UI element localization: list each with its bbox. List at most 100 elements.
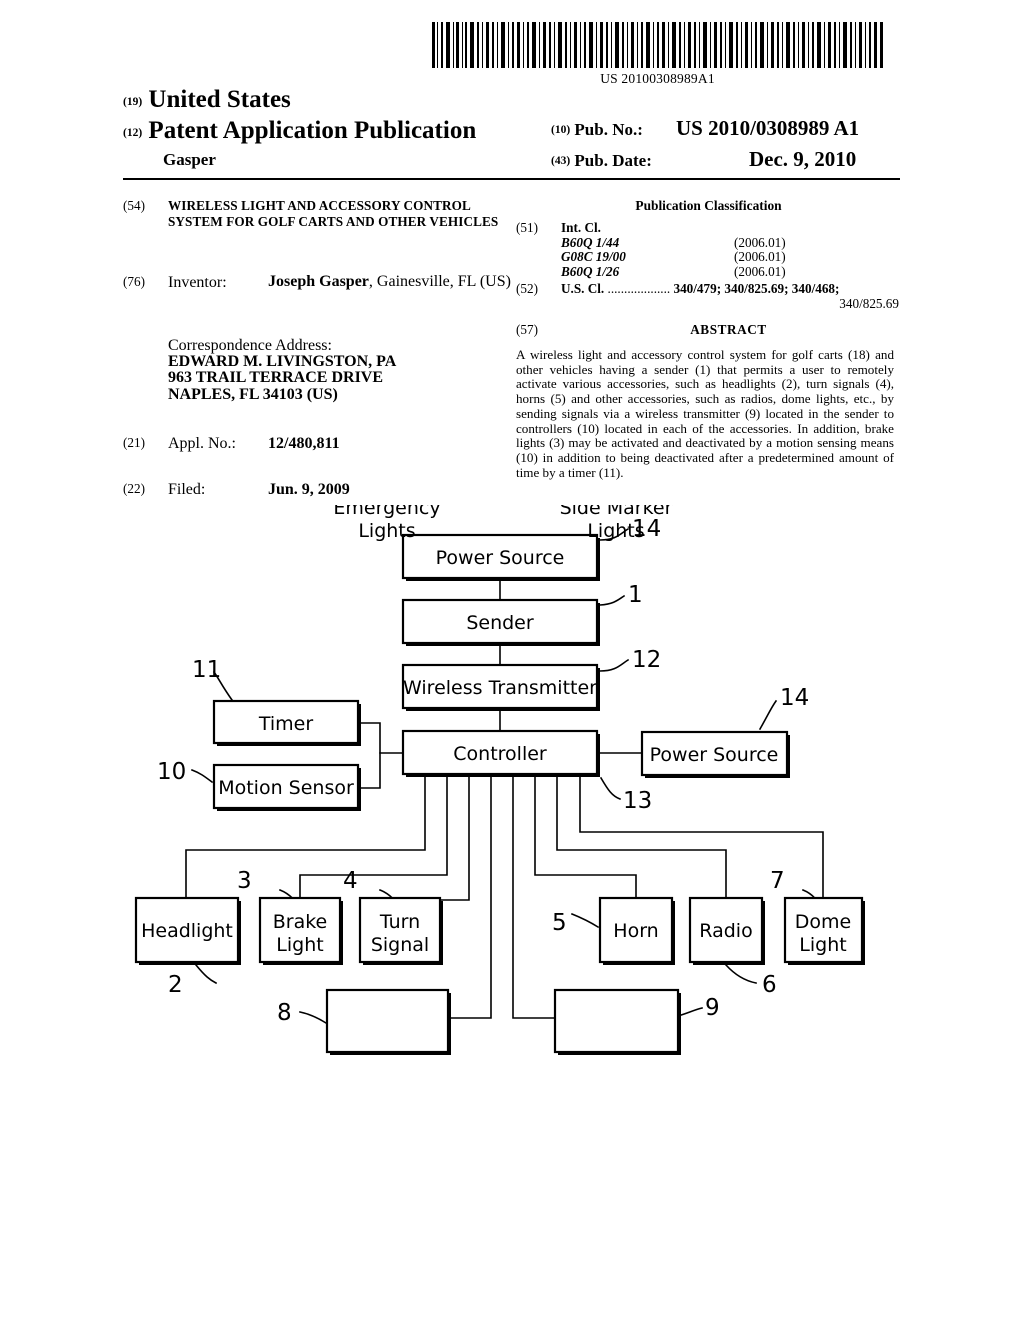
leader-6 [724,963,757,984]
abstract-code: (57) [516,322,538,337]
leader-1 [599,594,626,606]
box-label-headlight: Headlight [141,920,233,942]
box-side-marker-lights: Side Marker Lights [553,505,681,1055]
wire-controller-horn [534,774,637,899]
us-cl-code: (52) [516,281,538,296]
ref-10: 10 [157,759,186,785]
box-label-emergency-lights-line1: Emergency [333,505,440,519]
leader-12 [599,658,630,672]
int-cl-code-3: B60Q 1/26 [561,263,620,279]
ref-12: 12 [632,647,661,673]
inventor-location: , Gainesville, FL (US) [368,273,511,290]
ref-13: 13 [623,788,652,814]
code-19: (19) [123,96,143,108]
ref-6: 6 [762,972,777,998]
leader-13 [599,776,622,801]
appl-no-label: Appl. No.: [168,435,236,452]
wire-controller-domelight [579,774,824,899]
pub-no-label-group: (10) Pub. No.: [551,120,643,140]
correspondence-address: Correspondence Address: EDWARD M. LIVING… [168,337,508,403]
code-43: (43) [551,155,571,167]
box-label-dome-light-line1: Dome [795,911,851,933]
us-cl-field: (52) U.S. Cl. ................... 340/47… [516,281,906,311]
inventor-field: (76) Inventor: Joseph Gasper, Gainesvill… [123,273,523,291]
ref-5: 5 [552,910,567,936]
us-cl-line-2: 340/825.69 [839,296,899,311]
document-type: Patent Application Publication [148,117,477,144]
box-label-radio: Radio [699,920,752,942]
pub-date-label-group: (43) Pub. Date: [551,151,652,171]
pub-no-value: US 2010/0308989 A1 [676,116,860,140]
box-label-turn-signal-line1: Turn [379,911,420,933]
document-type-line: (12) Patent Application Publication [123,117,476,145]
wire-controller-turnsignal [399,774,470,901]
inventor-value: Joseph Gasper, Gainesville, FL (US) [268,273,523,291]
country-name: United States [148,86,291,113]
ref-14-top: 14 [632,516,661,542]
pub-no-label: Pub. No.: [574,120,643,139]
box-brake-light: Brake Light [258,896,343,965]
filed-label: Filed: [168,481,206,498]
leader-9 [677,1007,703,1017]
box-label-wireless-transmitter: Wireless Transmitter [403,677,597,699]
filed-field: (22) Filed: Jun. 9, 2009 [123,481,523,499]
box-power-source-top: Power Source [401,533,600,581]
block-diagram-svg: Power Source Sender Wireless Transmitter… [134,505,865,1055]
pub-date-value: Dec. 9, 2010 [749,147,857,171]
country-line: (19) United States [123,86,291,114]
wire-motionsensor-controller [357,752,381,789]
abstract-heading: ABSTRACT [690,322,767,337]
ref-9: 9 [705,995,720,1021]
leader-8 [299,1011,328,1025]
box-label-power-source-right: Power Source [650,744,779,766]
int-cl-body: Int. Cl. B60Q 1/44 (2006.01) G08C 19/00 … [561,220,906,279]
box-label-turn-signal-line2: Signal [371,934,429,956]
appl-no-code: (21) [123,435,145,450]
ref-3: 3 [237,868,252,894]
us-cl-values: 340/479; 340/825.69; 340/468; [673,281,840,296]
ref-14-right: 14 [780,685,809,711]
int-cl-row: B60Q 1/44 (2006.01) [561,234,906,251]
filed-value: Jun. 9, 2009 [268,481,350,498]
box-horn: Horn [598,896,675,965]
abstract-text: A wireless light and accessory control s… [516,347,894,480]
leader-14-right [758,699,778,731]
int-cl-code-1: B60Q 1/44 [561,234,620,250]
code-10: (10) [551,124,571,136]
invention-title: WIRELESS LIGHT AND ACCESSORY CONTROL SYS… [168,198,499,229]
appl-no-field: (21) Appl. No.: 12/480,811 [123,435,523,453]
ref-4: 4 [343,868,358,894]
box-sender: Sender [401,598,600,646]
correspondence-line-1: EDWARD M. LIVINGSTON, PA [168,353,397,371]
box-dome-light: Dome Light [783,896,865,965]
leader-5 [570,912,600,929]
box-label-brake-light-line1: Brake [273,911,328,933]
us-cl-label: U.S. Cl. [561,281,605,296]
wire-timer-controller [357,722,404,754]
box-label-brake-light-line2: Light [276,934,323,956]
correspondence-line-3: NAPLES, FL 34103 (US) [168,385,338,403]
box-turn-signal: Turn Signal [358,896,443,965]
appl-no-value: 12/480,811 [268,435,340,452]
box-label-horn: Horn [613,920,658,942]
box-motion-sensor: Motion Sensor [212,763,361,811]
int-cl-row: G08C 19/00 (2006.01) [561,249,906,265]
block-diagram-figure: Power Source Sender Wireless Transmitter… [0,505,1024,1085]
ref-11: 11 [192,657,221,683]
inventor-name: Joseph Gasper [268,273,369,290]
leader-10 [190,768,214,784]
inventor-code: (76) [123,274,145,289]
title-code: (54) [123,198,145,213]
publication-classification-heading: Publication Classification [635,198,782,213]
title-field: (54) WIRELESS LIGHT AND ACCESSORY CONTRO… [123,198,523,230]
wire-controller-sidemarkerlights [512,774,556,1019]
publication-header: (19) United States (12) Patent Applicati… [0,0,1024,180]
box-label-emergency-lights-line2: Lights [358,520,415,542]
int-cl-label: Int. Cl. [561,220,601,235]
ref-2: 2 [168,972,183,998]
ref-1: 1 [628,582,643,608]
header-divider [123,178,900,180]
us-cl-leader-dots: ................... [604,281,674,296]
pub-date-label: Pub. Date: [574,151,652,170]
int-cl-code: (51) [516,220,538,235]
